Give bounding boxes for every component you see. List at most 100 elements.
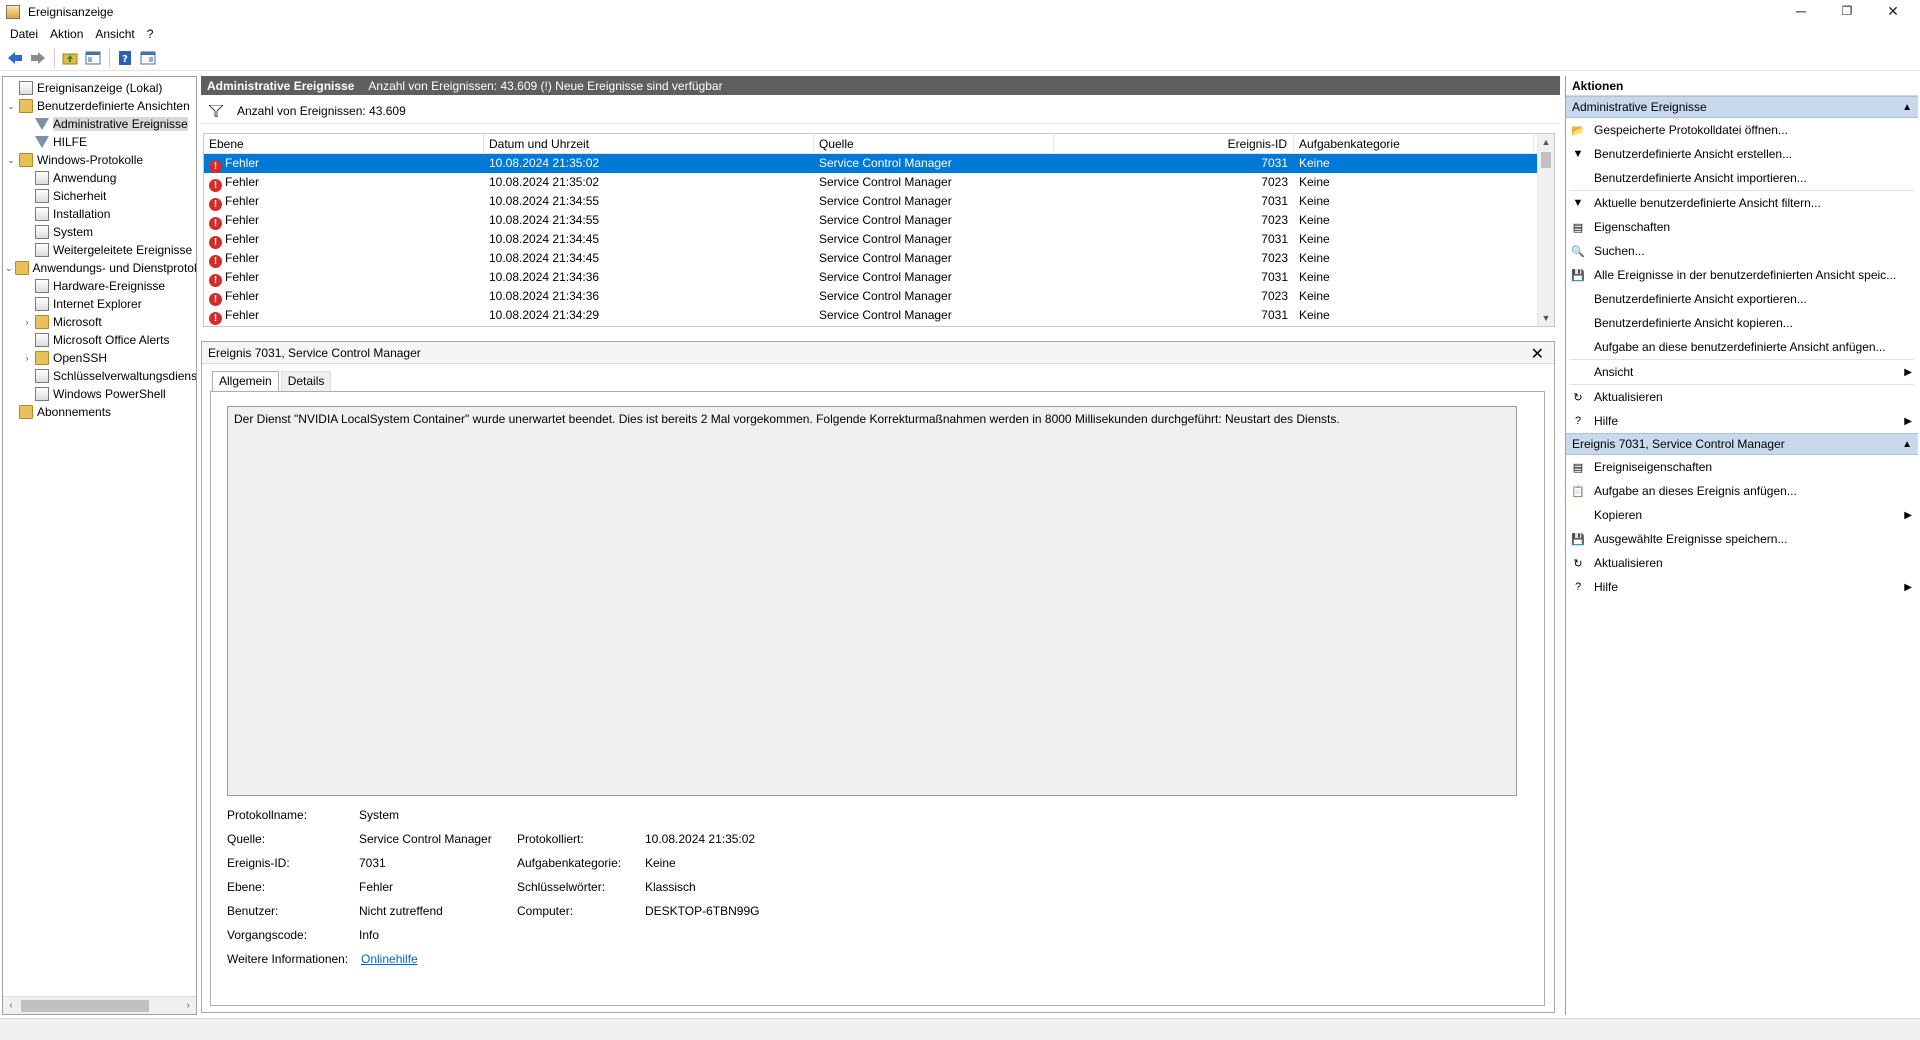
column-header-ereignis-id[interactable]: Ereignis-ID bbox=[1054, 134, 1294, 154]
tree-node-weitergeleitet[interactable]: Weitergeleitete Ereignisse bbox=[3, 241, 196, 259]
tree-node-windows-logs[interactable]: ⌄ Windows-Protokolle bbox=[3, 151, 196, 169]
action-item[interactable]: ▼ Aktuelle benutzerdefinierte Ansicht fil… bbox=[1566, 191, 1918, 215]
scroll-up-icon[interactable]: ▲ bbox=[1538, 134, 1554, 150]
column-header-aufgabenkategorie[interactable]: Aufgabenkategorie bbox=[1294, 134, 1534, 154]
tree-node-installation[interactable]: Installation bbox=[3, 205, 196, 223]
table-row[interactable]: ! Fehler 10.08.2024 21:35:02 Service Contro… bbox=[204, 173, 1554, 192]
tree-node-app-services[interactable]: ⌄ Anwendungs- und Dienstprotokolle bbox=[3, 259, 196, 277]
table-row[interactable]: ! Fehler 10.08.2024 21:34:29 Service Contro… bbox=[204, 306, 1554, 325]
action-item[interactable]: Benutzerdefinierte Ansicht importieren..… bbox=[1566, 166, 1918, 190]
online-help-link[interactable]: Onlinehilfe bbox=[361, 952, 418, 966]
tree-node-custom-views[interactable]: ⌄ Benutzerdefinierte Ansichten bbox=[3, 97, 196, 115]
action-item[interactable]: Benutzerdefinierte Ansicht exportieren..… bbox=[1566, 287, 1918, 311]
action-item[interactable]: ? Hilfe ▶ bbox=[1566, 409, 1918, 433]
tree-node-keymgmt[interactable]: Schlüsselverwaltungsdienst bbox=[3, 367, 196, 385]
cell-aufgabenkategorie: Keine bbox=[1299, 156, 1330, 170]
tree-horizontal-scrollbar[interactable]: ‹ › bbox=[3, 996, 196, 1014]
folder-icon bbox=[35, 351, 49, 365]
table-row[interactable]: ! Fehler 10.08.2024 21:35:02 Service Contro… bbox=[204, 154, 1554, 173]
prop-label: Computer: bbox=[517, 904, 574, 918]
action-item[interactable]: ↻ Aktualisieren bbox=[1566, 385, 1918, 409]
action-item[interactable]: Aufgabe an diese benutzerdefinierte Ansi… bbox=[1566, 335, 1918, 359]
scroll-thumb[interactable] bbox=[1541, 152, 1551, 168]
show-hide-tree-button[interactable] bbox=[82, 47, 104, 69]
action-item[interactable]: 🔍 Suchen... bbox=[1566, 239, 1918, 263]
chevron-down-icon[interactable]: ⌄ bbox=[5, 155, 17, 166]
action-item[interactable]: ↻ Aktualisieren bbox=[1566, 551, 1918, 575]
scroll-thumb[interactable] bbox=[21, 999, 149, 1012]
tree-node-microsoft[interactable]: › Microsoft bbox=[3, 313, 196, 331]
tree-node-anwendung[interactable]: Anwendung bbox=[3, 169, 196, 187]
action-item[interactable]: 📂 Gespeicherte Protokolldatei öffnen... bbox=[1566, 118, 1918, 142]
back-button[interactable] bbox=[4, 47, 26, 69]
tree-node-office[interactable]: Microsoft Office Alerts bbox=[3, 331, 196, 349]
action-item[interactable]: ▤ Ereigniseigenschaften bbox=[1566, 455, 1918, 479]
menu-ansicht[interactable]: Ansicht bbox=[89, 27, 140, 41]
menu-datei[interactable]: Datei bbox=[4, 27, 44, 41]
prop-label: Weitere Informationen: bbox=[227, 952, 349, 966]
tree-node-powershell[interactable]: Windows PowerShell bbox=[3, 385, 196, 403]
cell-datum: 10.08.2024 21:34:36 bbox=[489, 270, 600, 284]
scroll-left-icon[interactable]: ‹ bbox=[3, 1000, 19, 1011]
action-item[interactable]: 📋 Aufgabe an dieses Ereignis anfügen... bbox=[1566, 479, 1918, 503]
tree-node-hilfe[interactable]: HILFE bbox=[3, 133, 196, 151]
tree-node-abonnements[interactable]: Abonnements bbox=[3, 403, 196, 421]
actions-section-admin-events[interactable]: Administrative Ereignisse ▲ bbox=[1566, 96, 1918, 118]
action-item[interactable]: Ansicht ▶ bbox=[1566, 360, 1918, 384]
tab-allgemein[interactable]: Allgemein bbox=[212, 371, 279, 391]
menu-help[interactable]: ? bbox=[141, 27, 160, 41]
menu-aktion[interactable]: Aktion bbox=[44, 27, 89, 41]
prop-label: Aufgabenkategorie: bbox=[517, 856, 622, 870]
cell-ebene: ! Fehler bbox=[204, 192, 484, 211]
action-item[interactable]: ▤ Eigenschaften bbox=[1566, 215, 1918, 239]
collapse-up-icon[interactable]: ▲ bbox=[1902, 102, 1912, 113]
up-folder-button[interactable] bbox=[59, 47, 81, 69]
tree-node-admin-events[interactable]: Administrative Ereignisse bbox=[3, 115, 196, 133]
minimize-button[interactable]: ─ bbox=[1778, 0, 1824, 22]
action-pane-icon bbox=[140, 51, 156, 64]
table-row[interactable]: ! Fehler 10.08.2024 21:34:55 Service Contro… bbox=[204, 211, 1554, 230]
chevron-right-icon[interactable]: › bbox=[21, 353, 33, 363]
column-header-datum[interactable]: Datum und Uhrzeit bbox=[484, 134, 814, 154]
action-item[interactable]: 💾 Ausgewählte Ereignisse speichern... bbox=[1566, 527, 1918, 551]
tab-details[interactable]: Details bbox=[280, 371, 332, 391]
column-header-ebene[interactable]: Ebene bbox=[204, 134, 484, 154]
tree-label: Microsoft Office Alerts bbox=[53, 333, 170, 347]
tree-node-ie[interactable]: Internet Explorer bbox=[3, 295, 196, 313]
close-button[interactable]: ✕ bbox=[1870, 0, 1916, 22]
help-button[interactable]: ? bbox=[114, 47, 136, 69]
tree-node-hardware[interactable]: Hardware-Ereignisse bbox=[3, 277, 196, 295]
view-event-count: Anzahl von Ereignissen: 43.609 (!) Neue … bbox=[368, 78, 723, 93]
chevron-down-icon[interactable]: ⌄ bbox=[5, 101, 17, 112]
action-item[interactable]: 💾 Alle Ereignisse in der benutzerdefinier… bbox=[1566, 263, 1918, 287]
chevron-right-icon[interactable]: › bbox=[21, 317, 33, 327]
action-pane-button[interactable] bbox=[137, 47, 159, 69]
actions-section-event[interactable]: Ereignis 7031, Service Control Manager ▲ bbox=[1566, 433, 1918, 455]
forward-button[interactable] bbox=[27, 47, 49, 69]
cell-text: Fehler bbox=[225, 156, 260, 170]
table-vertical-scrollbar[interactable]: ▲ ▼ bbox=[1537, 134, 1554, 326]
collapse-up-icon[interactable]: ▲ bbox=[1902, 439, 1912, 450]
tree-node-system[interactable]: System bbox=[3, 223, 196, 241]
action-item[interactable]: Benutzerdefinierte Ansicht kopieren... bbox=[1566, 311, 1918, 335]
table-row[interactable]: ! Fehler 10.08.2024 21:34:36 Service Contro… bbox=[204, 268, 1554, 287]
tree-node-sicherheit[interactable]: Sicherheit bbox=[3, 187, 196, 205]
chevron-down-icon[interactable]: ⌄ bbox=[5, 263, 13, 274]
table-row[interactable]: ! Fehler 10.08.2024 21:34:45 Service Contro… bbox=[204, 230, 1554, 249]
column-header-quelle[interactable]: Quelle bbox=[814, 134, 1054, 154]
svg-text:?: ? bbox=[122, 54, 128, 65]
event-description[interactable]: Der Dienst "NVIDIA LocalSystem Container… bbox=[227, 406, 1517, 796]
action-item[interactable]: Kopieren ▶ bbox=[1566, 503, 1918, 527]
action-item[interactable]: ▼ Benutzerdefinierte Ansicht erstellen... bbox=[1566, 142, 1918, 166]
table-row[interactable]: ! Fehler 10.08.2024 21:34:45 Service Contro… bbox=[204, 249, 1554, 268]
scroll-down-icon[interactable]: ▼ bbox=[1538, 310, 1554, 326]
table-row[interactable]: ! Fehler 10.08.2024 21:34:55 Service Contro… bbox=[204, 192, 1554, 211]
tree-node-openssh[interactable]: › OpenSSH bbox=[3, 349, 196, 367]
restore-button[interactable]: ❐ bbox=[1824, 0, 1870, 22]
tree-node-root[interactable]: Ereignisanzeige (Lokal) bbox=[3, 79, 196, 97]
action-item[interactable]: ? Hilfe ▶ bbox=[1566, 575, 1918, 599]
scroll-right-icon[interactable]: › bbox=[180, 1000, 196, 1011]
prop-value: Nicht zutreffend bbox=[359, 904, 443, 918]
close-detail-icon[interactable]: ✕ bbox=[1531, 344, 1544, 364]
table-row[interactable]: ! Fehler 10.08.2024 21:34:36 Service Contro… bbox=[204, 287, 1554, 306]
